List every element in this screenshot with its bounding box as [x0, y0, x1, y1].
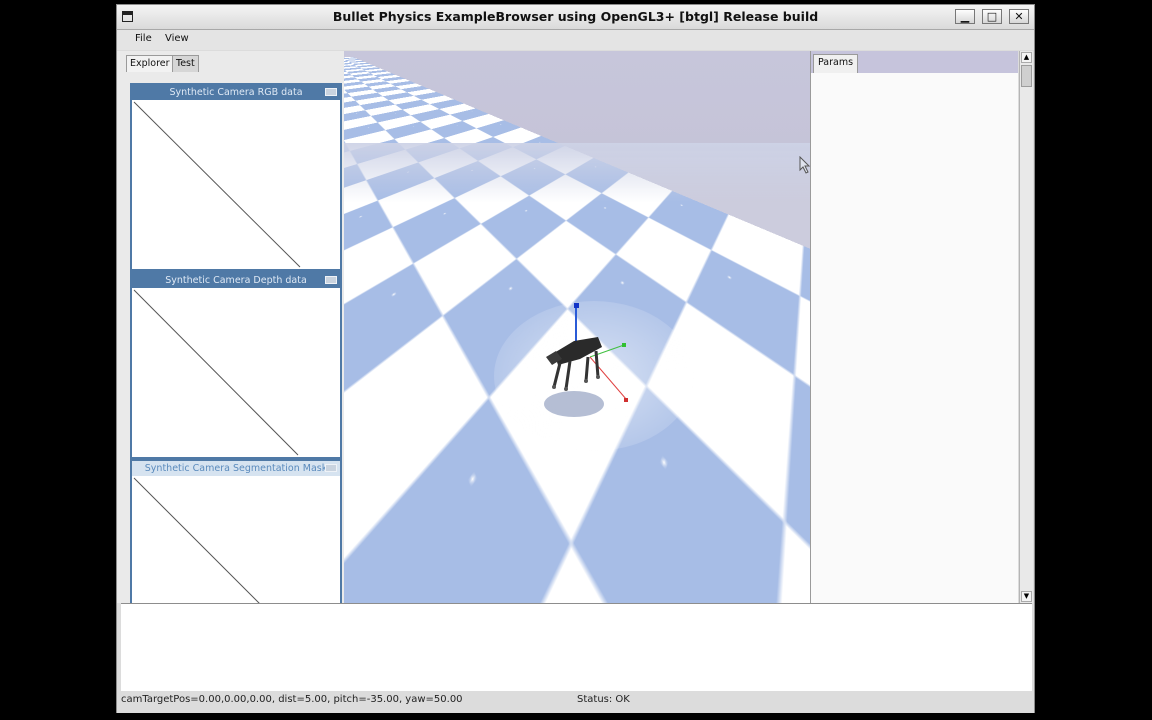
params-panel: Params — [810, 51, 1018, 603]
y-axis-tip — [622, 343, 626, 347]
camera-rgb-window[interactable]: Synthetic Camera RGB data — [130, 83, 342, 271]
tab-explorer[interactable]: Explorer — [126, 55, 174, 72]
title-bar[interactable]: Bullet Physics ExampleBrowser using Open… — [117, 5, 1034, 30]
robot-leg-rear-left — [584, 356, 590, 382]
robot-foot — [552, 385, 556, 389]
z-axis-tip — [574, 303, 579, 308]
camera-depth-image — [133, 289, 299, 456]
camera-segmentation-title[interactable]: Synthetic Camera Segmentation Mask — [132, 461, 340, 476]
tab-test[interactable]: Test — [172, 55, 199, 72]
mouse-cursor-icon — [799, 156, 810, 174]
scrollbar-thumb[interactable] — [1021, 65, 1032, 87]
tab-params[interactable]: Params — [813, 54, 859, 73]
camera-depth-title[interactable]: Synthetic Camera Depth data — [132, 273, 340, 288]
robot-leg-rear-right — [594, 350, 600, 378]
menu-bar: File View — [117, 30, 1034, 50]
3d-viewport[interactable] — [344, 51, 810, 603]
menu-file[interactable]: File — [135, 33, 152, 44]
params-header: Params — [811, 51, 1018, 73]
window-title: Bullet Physics ExampleBrowser using Open… — [332, 9, 819, 24]
collapse-icon[interactable] — [325, 88, 337, 96]
maximize-button[interactable]: □ — [982, 9, 1002, 24]
camera-rgb-image — [133, 101, 301, 268]
console-output[interactable] — [121, 603, 1032, 691]
robot-body — [554, 337, 602, 365]
menu-view[interactable]: View — [165, 33, 189, 44]
x-axis-tip — [624, 398, 628, 402]
x-axis-gizmo — [589, 356, 627, 400]
explorer-panel: Explorer Test Synthetic Camera RGB data … — [117, 51, 344, 655]
robot-foot — [596, 375, 600, 379]
vertical-scrollbar[interactable]: ▲ ▼ — [1019, 51, 1033, 603]
robot-foot — [584, 379, 588, 383]
close-button[interactable]: ✕ — [1009, 9, 1029, 24]
down-arrow-icon[interactable]: ▼ — [1021, 591, 1032, 602]
quadruped-robot[interactable] — [540, 301, 630, 421]
robot-leg-front-right — [564, 360, 572, 390]
app-window: Bullet Physics ExampleBrowser using Open… — [116, 4, 1035, 713]
up-arrow-icon[interactable]: ▲ — [1021, 52, 1032, 63]
status-text: Status: OK — [577, 694, 630, 705]
robot-leg-front-left — [552, 362, 562, 388]
camera-info-text: camTargetPos=0.00,0.00,0.00, dist=5.00, … — [121, 694, 463, 705]
robot-foot — [564, 387, 568, 391]
collapse-icon[interactable] — [325, 276, 337, 284]
collapse-icon[interactable] — [325, 464, 337, 472]
camera-depth-window[interactable]: Synthetic Camera Depth data — [130, 271, 342, 459]
minimize-button[interactable]: ▁ — [955, 9, 975, 24]
status-bar: camTargetPos=0.00,0.00,0.00, dist=5.00, … — [117, 691, 1034, 713]
camera-rgb-title[interactable]: Synthetic Camera RGB data — [132, 85, 340, 100]
horizon-fade — [344, 143, 810, 203]
